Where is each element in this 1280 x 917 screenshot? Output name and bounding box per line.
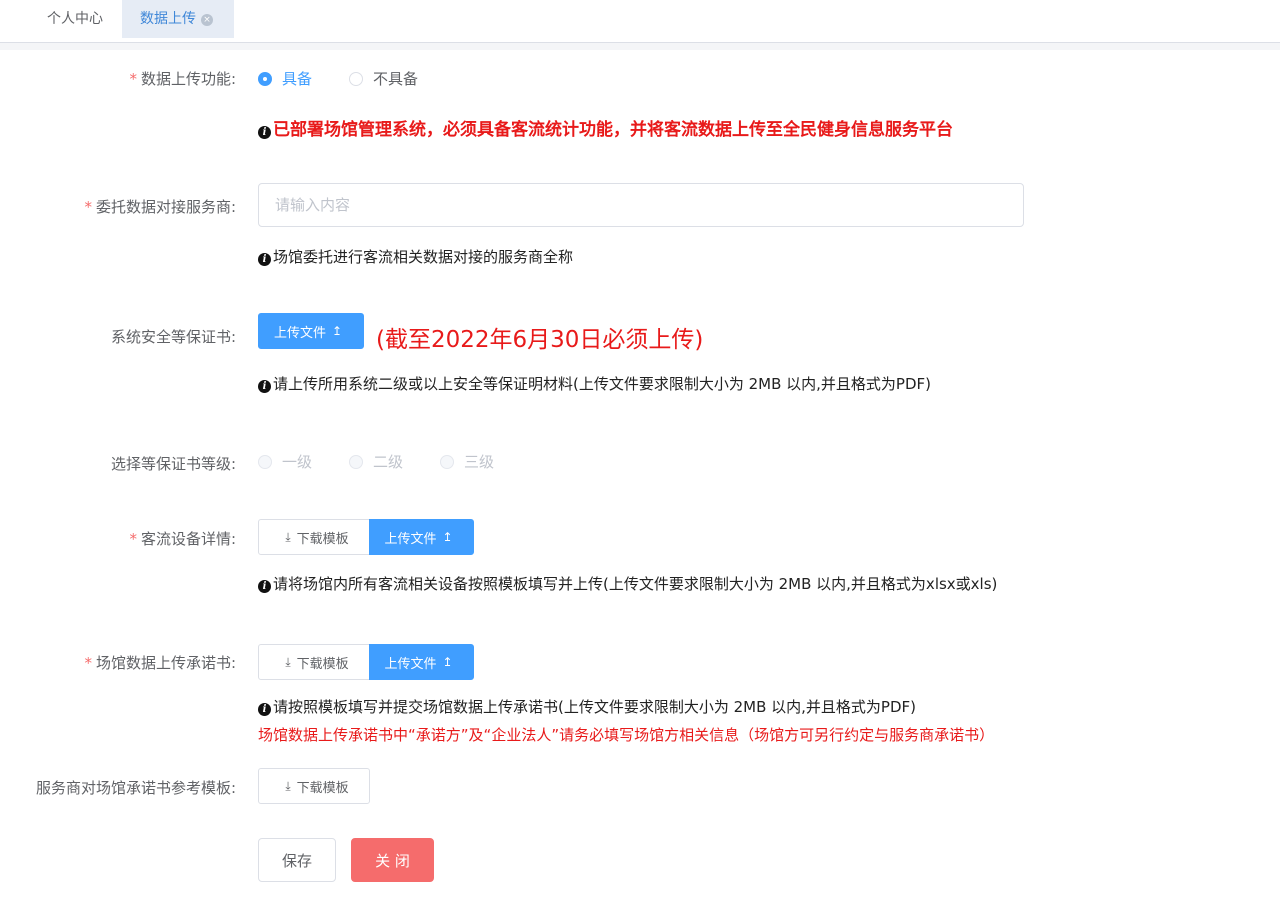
commitment-download-template-button[interactable]: ⤓ 下载模板 xyxy=(258,644,370,680)
device-details-label: * 客流设备详情: xyxy=(129,530,236,548)
commitment-hint: i 请按照模板填写并提交场馆数据上传承诺书(上传文件要求限制大小为 2MB 以内,… xyxy=(258,696,916,717)
required-mark: * xyxy=(84,198,92,216)
info-icon: i xyxy=(258,253,271,266)
required-mark: * xyxy=(129,530,137,548)
service-provider-input[interactable] xyxy=(258,183,1024,227)
radio-dot xyxy=(440,455,454,469)
upload-function-hint: i 已部署场馆管理系统，必须具备客流统计功能，并将客流数据上传至全民健身信息服务平… xyxy=(258,115,953,140)
commitment-upload-button[interactable]: 上传文件 ↥ xyxy=(369,644,474,680)
close-icon[interactable]: × xyxy=(201,14,213,26)
radio-level-2[interactable]: 二级 xyxy=(349,451,403,472)
device-download-template-button[interactable]: ⤓ 下载模板 xyxy=(258,519,370,555)
security-cert-deadline: (截至2022年6月30日必须上传) xyxy=(376,327,704,353)
device-upload-button[interactable]: 上传文件 ↥ xyxy=(369,519,474,555)
service-provider-label: * 委托数据对接服务商: xyxy=(84,198,236,216)
security-cert-hint: i 请上传所用系统二级或以上安全等保证明材料(上传文件要求限制大小为 2MB 以内… xyxy=(258,373,931,394)
info-icon: i xyxy=(258,703,271,716)
security-cert-label: 系统安全等保证书: xyxy=(110,328,236,346)
commitment-note: 场馆数据上传承诺书中“承诺方”及“企业法人”请务必填写场馆方相关信息（场馆方可另… xyxy=(258,726,995,744)
tab-label: 个人中心 xyxy=(47,11,103,27)
tab-personal-center[interactable]: 个人中心 xyxy=(30,0,120,38)
reference-download-template-button[interactable]: ⤓ 下载模板 xyxy=(258,768,370,804)
radio-level-1[interactable]: 一级 xyxy=(258,451,312,472)
radio-no-upload[interactable]: 不具备 xyxy=(349,68,418,89)
upload-icon: ↥ xyxy=(442,530,453,544)
required-mark: * xyxy=(84,654,92,672)
upload-function-label: * 数据上传功能: xyxy=(129,70,236,88)
tab-label: 数据上传 xyxy=(140,11,196,27)
radio-dot xyxy=(349,455,363,469)
close-button[interactable]: 关 闭 xyxy=(351,838,434,882)
commitment-label: * 场馆数据上传承诺书: xyxy=(84,654,236,672)
upload-icon: ↥ xyxy=(442,655,453,669)
radio-has-upload[interactable]: 具备 xyxy=(258,68,312,89)
tab-data-upload[interactable]: 数据上传 × xyxy=(122,0,234,38)
info-icon: i xyxy=(258,580,271,593)
radio-level-3[interactable]: 三级 xyxy=(440,451,494,472)
upload-icon: ↥ xyxy=(331,324,343,338)
required-mark: * xyxy=(129,70,137,88)
device-details-hint: i 请将场馆内所有客流相关设备按照模板填写并上传(上传文件要求限制大小为 2MB … xyxy=(258,573,997,594)
reference-template-label: 服务商对场馆承诺书参考模板: xyxy=(35,779,236,797)
save-button[interactable]: 保存 xyxy=(258,838,336,882)
radio-dot xyxy=(258,455,272,469)
service-provider-hint: i 场馆委托进行客流相关数据对接的服务商全称 xyxy=(258,246,573,267)
radio-dot xyxy=(258,72,272,86)
info-icon: i xyxy=(258,126,271,139)
download-icon: ⤓ xyxy=(285,778,291,793)
radio-dot xyxy=(349,72,363,86)
cert-level-label: 选择等保证书等级: xyxy=(110,455,236,473)
divider xyxy=(0,42,1280,50)
tab-bar: 个人中心 数据上传 × xyxy=(0,0,1280,42)
download-icon: ⤓ xyxy=(285,654,291,669)
security-cert-upload-button[interactable]: 上传文件 ↥ xyxy=(258,313,364,349)
info-icon: i xyxy=(258,380,271,393)
download-icon: ⤓ xyxy=(285,529,291,544)
